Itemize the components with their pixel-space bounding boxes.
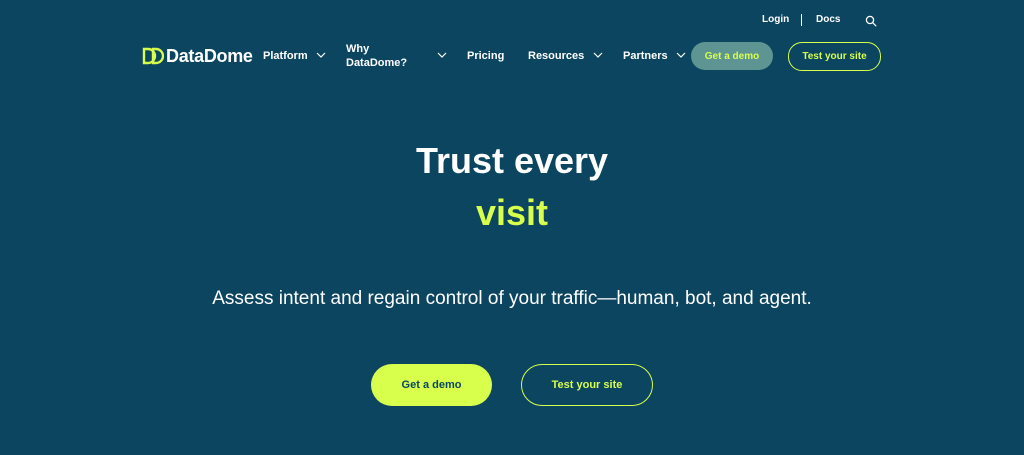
search-icon[interactable] (865, 14, 879, 28)
platform-chevron-down-icon[interactable] (316, 52, 326, 58)
docs-link[interactable]: Docs (816, 14, 840, 25)
header-test-site-button[interactable]: Test your site (788, 42, 881, 71)
nav-why-line2: DataDome? (346, 57, 408, 69)
nav-resources[interactable]: Resources (528, 49, 584, 63)
utility-divider (801, 14, 802, 26)
login-link[interactable]: Login (762, 14, 789, 25)
top-utility-bar: Login Docs (0, 12, 1024, 30)
why-chevron-down-icon[interactable] (437, 52, 447, 58)
datadome-logo[interactable]: DataDome (142, 45, 253, 67)
datadome-logo-mark-icon (142, 47, 164, 65)
nav-pricing[interactable]: Pricing (467, 49, 504, 63)
hero-title-line2: visit (475, 192, 549, 233)
partners-chevron-down-icon[interactable] (676, 52, 686, 58)
hero-test-site-button[interactable]: Test your site (521, 364, 653, 406)
header-get-demo-button[interactable]: Get a demo (691, 42, 773, 70)
hero-subtitle: Assess intent and regain control of your… (212, 288, 812, 309)
nav-why-line1: Why (346, 43, 370, 55)
nav-platform[interactable]: Platform (263, 49, 308, 63)
nav-why-datadome[interactable]: Why DataDome? (346, 42, 407, 70)
hero-title-line1: Trust every (415, 140, 609, 181)
nav-partners[interactable]: Partners (623, 49, 668, 63)
hero-get-demo-button[interactable]: Get a demo (371, 364, 492, 406)
logo-wordmark: DataDome (166, 45, 253, 66)
resources-chevron-down-icon[interactable] (593, 52, 603, 58)
